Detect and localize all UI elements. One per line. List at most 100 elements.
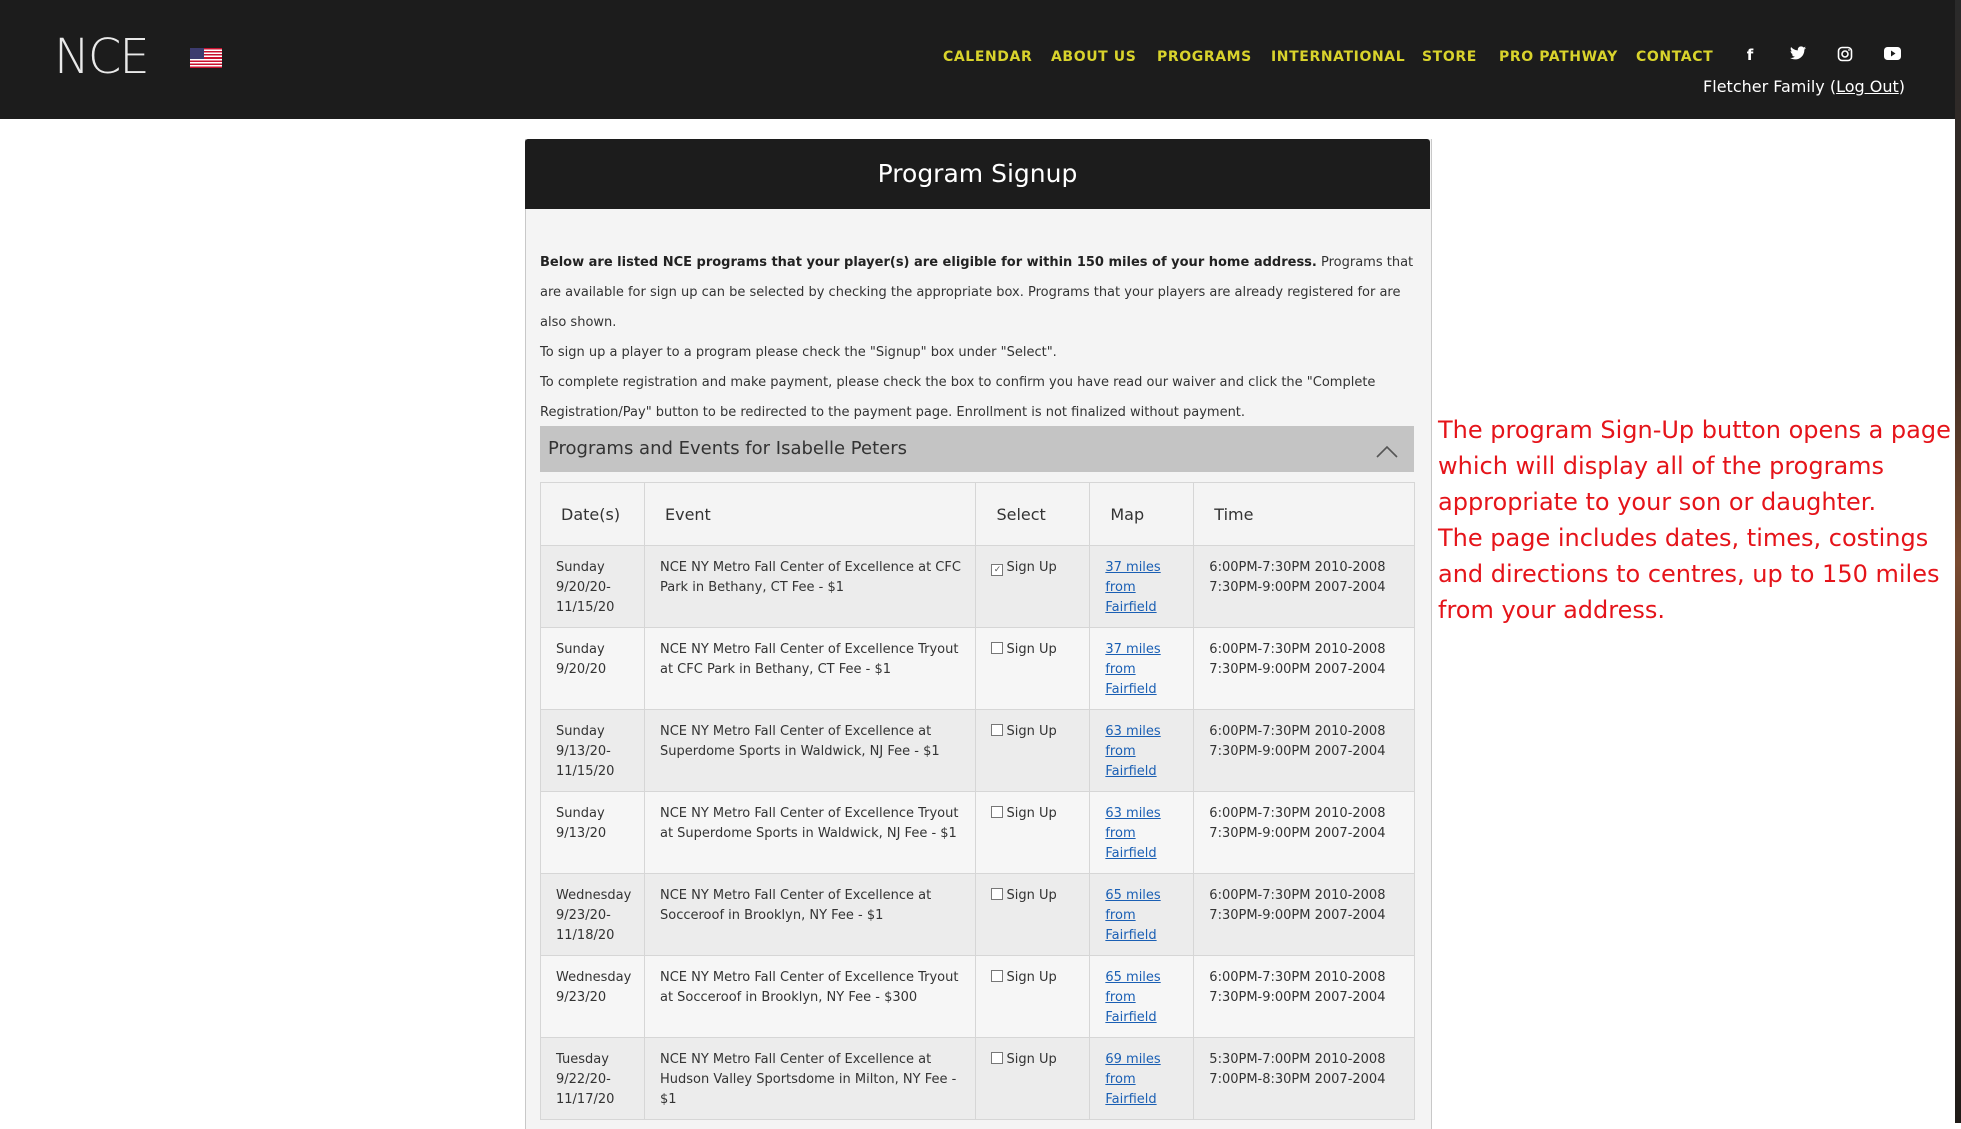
map-from: from <box>1105 908 1136 923</box>
logo-text: NCE <box>54 29 150 85</box>
cell-time: 6:00PM-7:30PM 2010-2008 7:30PM-9:00PM 200… <box>1193 709 1415 792</box>
time-slot: 7:30PM-9:00PM 2007-2004 <box>1209 662 1386 677</box>
cell-time: 6:00PM-7:30PM 2010-2008 7:30PM-9:00PM 200… <box>1193 873 1415 956</box>
annotation-line: appropriate to your son or daughter. <box>1438 488 1877 516</box>
time-slot: 7:30PM-9:00PM 2007-2004 <box>1209 908 1386 923</box>
time-slot: 7:30PM-9:00PM 2007-2004 <box>1209 580 1386 595</box>
time-slot: 5:30PM-7:00PM 2010-2008 <box>1209 1052 1386 1067</box>
cell-dates: Tuesday 9/22/20- 11/17/20 <box>540 1037 645 1120</box>
signup-label: Sign Up <box>1006 806 1057 821</box>
intro-line-payment: To complete registration and make paymen… <box>540 375 1376 420</box>
cell-event: NCE NY Metro Fall Center of Excellence T… <box>643 791 977 874</box>
annotation-line: from your address. <box>1438 596 1665 624</box>
nav-about-us[interactable]: ABOUT US <box>1051 49 1136 65</box>
map-link[interactable]: 69 miles from Fairfield <box>1105 1050 1183 1110</box>
signup-checkbox[interactable] <box>991 724 1004 736</box>
map-link[interactable]: 37 miles from Fairfield <box>1105 640 1183 700</box>
date-start: 9/22/20- <box>556 1072 611 1087</box>
map-from: from <box>1105 662 1136 677</box>
signup-label: Sign Up <box>1006 970 1057 985</box>
programs-table: Date(s) Event Select Map Time Sunday 9/20… <box>540 482 1415 1120</box>
signup-checkbox[interactable] <box>991 806 1004 818</box>
map-link[interactable]: 65 miles from Fairfield <box>1105 968 1183 1028</box>
map-link[interactable]: 63 miles from Fairfield <box>1105 722 1183 782</box>
date-start: 9/23/20- <box>556 908 611 923</box>
map-origin: Fairfield <box>1105 764 1157 779</box>
map-distance: 65 miles <box>1105 888 1161 903</box>
cell-time: 6:00PM-7:30PM 2010-2008 7:30PM-9:00PM 200… <box>1193 627 1415 710</box>
annotation-line: The page includes dates, times, costings <box>1438 524 1929 552</box>
cell-map: 63 miles from Fairfield <box>1089 791 1195 874</box>
nce-logo[interactable]: NCE <box>54 33 172 81</box>
signup-checkbox[interactable] <box>991 888 1004 900</box>
map-origin: Fairfield <box>1105 600 1157 615</box>
twitter-icon[interactable] <box>1789 46 1807 64</box>
map-from: from <box>1105 1072 1136 1087</box>
cell-event: NCE NY Metro Fall Center of Excellence a… <box>643 545 977 628</box>
nav-programs[interactable]: PROGRAMS <box>1157 49 1252 65</box>
col-time: Time <box>1193 482 1415 546</box>
map-origin: Fairfield <box>1105 928 1157 943</box>
page-title: Program Signup <box>877 159 1078 188</box>
chevron-up-icon[interactable] <box>1376 441 1398 463</box>
map-from: from <box>1105 990 1136 1005</box>
cell-dates: Sunday 9/13/20- 11/15/20 <box>540 709 645 792</box>
map-origin: Fairfield <box>1105 846 1157 861</box>
map-origin: Fairfield <box>1105 1010 1157 1025</box>
map-origin: Fairfield <box>1105 1092 1157 1107</box>
time-slot: 7:30PM-9:00PM 2007-2004 <box>1209 990 1386 1005</box>
logout-link[interactable]: Log Out <box>1836 77 1899 96</box>
youtube-icon[interactable] <box>1883 46 1901 64</box>
time-slot: 6:00PM-7:30PM 2010-2008 <box>1209 642 1386 657</box>
date-end: 11/18/20 <box>556 928 615 943</box>
cell-map: 65 miles from Fairfield <box>1089 955 1195 1038</box>
map-from: from <box>1105 826 1136 841</box>
day-label: Sunday <box>556 724 605 739</box>
nav-international[interactable]: INTERNATIONAL <box>1271 49 1405 65</box>
map-link[interactable]: 37 miles from Fairfield <box>1105 558 1183 618</box>
table-row: Tuesday 9/22/20- 11/17/20 NCE NY Metro Fall… <box>540 1037 1415 1120</box>
time-slot: 6:00PM-7:30PM 2010-2008 <box>1209 970 1386 985</box>
signup-checkbox[interactable] <box>991 1052 1004 1064</box>
nav-contact[interactable]: CONTACT <box>1636 49 1713 65</box>
intro-paragraph: Below are listed NCE programs that your … <box>540 248 1418 338</box>
signup-checkbox[interactable]: ✓ <box>991 564 1004 576</box>
nav-store[interactable]: STORE <box>1422 49 1477 65</box>
day-label: Sunday <box>556 560 605 575</box>
cell-dates: Wednesday 9/23/20 <box>540 955 645 1038</box>
signup-checkbox[interactable] <box>991 970 1004 982</box>
annotation-note: The program Sign-Up button opens a page … <box>1438 412 1958 628</box>
us-flag-icon[interactable] <box>190 48 222 68</box>
cell-time: 6:00PM-7:30PM 2010-2008 7:30PM-9:00PM 200… <box>1193 545 1415 628</box>
table-row: Wednesday 9/23/20- 11/18/20 NCE NY Metro Fa… <box>540 873 1415 956</box>
facebook-icon[interactable]: f <box>1741 46 1759 64</box>
annotation-line: The program Sign-Up button opens a page <box>1438 416 1951 444</box>
instagram-icon[interactable] <box>1836 46 1854 64</box>
section-header-player[interactable]: Programs and Events for Isabelle Peters <box>540 426 1414 472</box>
signup-label: Sign Up <box>1006 1052 1057 1067</box>
map-link[interactable]: 65 miles from Fairfield <box>1105 886 1183 946</box>
cell-time: 5:30PM-7:00PM 2010-2008 7:00PM-8:30PM 200… <box>1193 1037 1415 1120</box>
nav-pro-pathway[interactable]: PRO PATHWAY <box>1499 49 1618 65</box>
cell-time: 6:00PM-7:30PM 2010-2008 7:30PM-9:00PM 200… <box>1193 955 1415 1038</box>
day-label: Wednesday <box>556 970 632 985</box>
date-start: 9/20/20 <box>556 662 607 677</box>
day-label: Sunday <box>556 806 605 821</box>
table-row: Sunday 9/20/20- 11/15/20 NCE NY Metro Fall … <box>540 545 1415 628</box>
section-title: Programs and Events for Isabelle Peters <box>548 438 907 459</box>
table-row: Sunday 9/13/20 NCE NY Metro Fall Center of… <box>540 791 1415 874</box>
table-header-row: Date(s) Event Select Map Time <box>540 482 1415 546</box>
cell-event: NCE NY Metro Fall Center of Excellence T… <box>643 627 977 710</box>
signup-checkbox[interactable] <box>991 642 1004 654</box>
date-end: 11/15/20 <box>556 764 615 779</box>
intro-lead: Below are listed NCE programs that your … <box>540 255 1317 270</box>
map-from: from <box>1105 744 1136 759</box>
nav-calendar[interactable]: CALENDAR <box>943 49 1032 65</box>
date-start: 9/20/20- <box>556 580 611 595</box>
time-slot: 6:00PM-7:30PM 2010-2008 <box>1209 888 1386 903</box>
time-slot: 6:00PM-7:30PM 2010-2008 <box>1209 560 1386 575</box>
map-link[interactable]: 63 miles from Fairfield <box>1105 804 1183 864</box>
date-start: 9/23/20 <box>556 990 607 1005</box>
map-distance: 65 miles <box>1105 970 1161 985</box>
cell-select: ✓ Sign Up <box>975 545 1091 628</box>
